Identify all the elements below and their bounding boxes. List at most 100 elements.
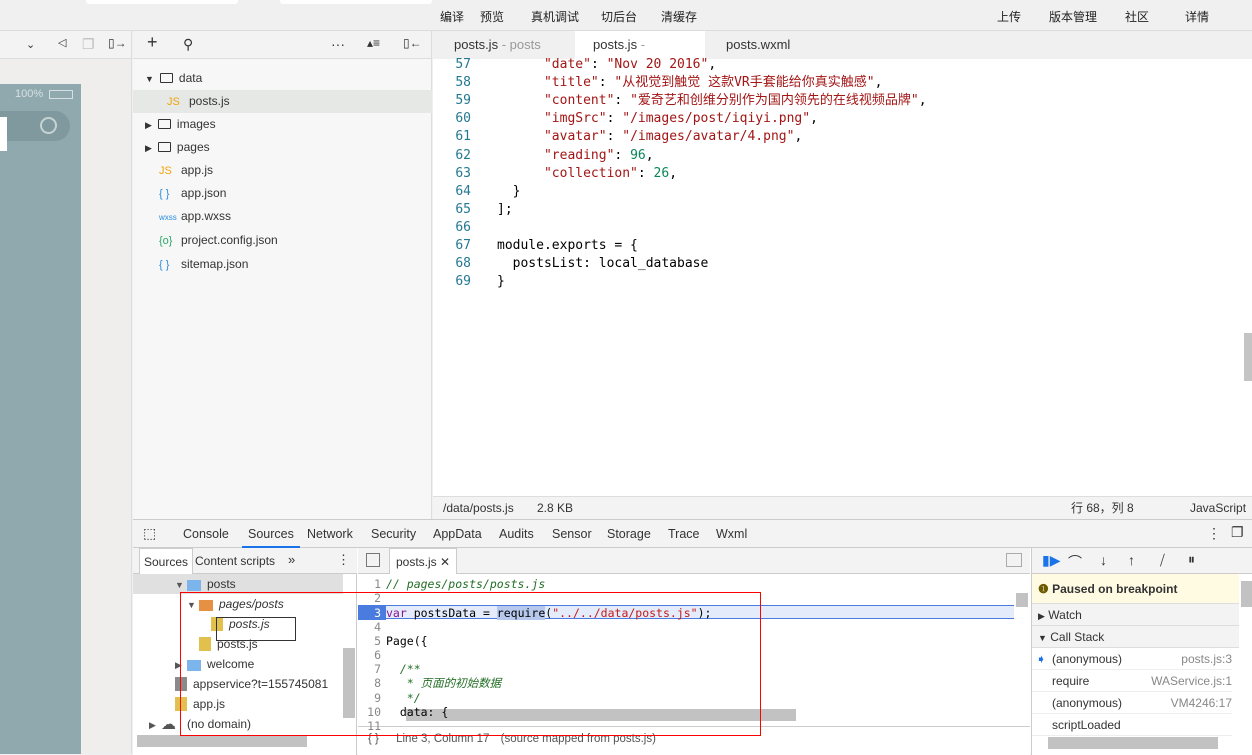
call-frame[interactable]: scriptLoaded (1032, 714, 1232, 736)
devtools-tab-sources[interactable]: Sources (242, 527, 300, 548)
line-number: 60 (455, 111, 471, 127)
compile-button[interactable]: 编译 (440, 8, 464, 25)
toggle-debugger-icon[interactable] (1006, 553, 1022, 567)
window-icon[interactable]: ❐ (82, 36, 95, 53)
devtools-tab-console[interactable]: Console (183, 527, 229, 541)
devtools-tab-trace[interactable]: Trace (668, 527, 700, 541)
devtools-tab-security[interactable]: Security (371, 527, 416, 541)
source-vscrollbar[interactable] (1016, 593, 1028, 607)
caret-right-icon[interactable]: ▶ (149, 715, 161, 735)
details-button[interactable]: 详情 (1185, 8, 1209, 25)
tab-posts-js-data[interactable]: posts.js - data✕ (575, 31, 705, 80)
code-token: : (590, 57, 607, 72)
dock-left-icon[interactable]: ▯← (403, 36, 422, 50)
file-tree-item[interactable]: ▶ pages (133, 136, 432, 159)
tab-posts-wxml[interactable]: posts.wxml (708, 31, 808, 59)
capsule-button[interactable] (0, 111, 70, 141)
deactivate-breakpoints-icon[interactable]: ⧸ (1160, 552, 1165, 569)
tab-posts-js-posts[interactable]: posts.js - posts (436, 31, 559, 59)
tab-content-scripts[interactable]: Content scripts (195, 548, 275, 574)
navigator-hscrollbar[interactable] (137, 735, 307, 747)
file-tree-item[interactable]: JS posts.js (133, 90, 432, 113)
community-button[interactable]: 社区 (1125, 8, 1149, 25)
toolbar-input-right[interactable] (280, 0, 432, 4)
frame-location[interactable]: VM4246:17 (1171, 692, 1232, 714)
code-token: postsList: local_database (497, 256, 709, 272)
clear-cache-button[interactable]: 清缓存 (661, 8, 697, 25)
watch-section[interactable]: ▶ Watch (1032, 604, 1239, 626)
folder-icon (157, 142, 171, 152)
more-tabs-icon[interactable]: » (288, 552, 295, 567)
line-code: } (497, 184, 521, 199)
call-stack-section[interactable]: ▼ Call Stack (1032, 626, 1239, 648)
navigator-item[interactable]: ▼ posts (133, 574, 343, 594)
code-token: , (708, 57, 717, 72)
call-frame[interactable]: ➧ (anonymous) posts.js:3 (1032, 648, 1232, 670)
frame-location[interactable]: posts.js:3 (1181, 648, 1232, 670)
caret-right-icon[interactable]: ▶ (145, 120, 152, 130)
line-number: 64 (455, 183, 471, 199)
resume-icon[interactable]: ▮▶ (1042, 552, 1060, 569)
code-line: 58 "title": "从视觉到触觉 这款VR手套能给你真实触感", (433, 74, 882, 92)
debugger-scrollbar[interactable] (1241, 581, 1252, 607)
line-number: 58 (455, 75, 471, 91)
devtools-tab-sensor[interactable]: Sensor (552, 527, 592, 541)
volume-icon[interactable]: ◁ (58, 36, 66, 49)
upload-button[interactable]: 上传 (997, 8, 1021, 25)
editor-scrollbar[interactable] (1244, 333, 1252, 381)
file-tree-item[interactable]: {o} project.config.json (133, 229, 432, 252)
close-icon[interactable]: ✕ (440, 555, 450, 569)
close-circle-icon[interactable] (40, 117, 57, 134)
dock-right-icon[interactable]: ▯→ (108, 36, 127, 50)
devtools-tab-storage[interactable]: Storage (607, 527, 651, 541)
step-over-icon[interactable]: ⌒ (1068, 552, 1082, 572)
step-into-icon[interactable]: ↓ (1100, 552, 1107, 568)
file-tree-item[interactable]: ▶ images (133, 113, 432, 136)
step-out-icon[interactable]: ↑ (1128, 552, 1135, 568)
more-icon[interactable]: ··· (331, 36, 345, 52)
source-tab-posts-js[interactable]: posts.js ✕ (389, 548, 458, 574)
file-tree-item[interactable]: JS app.js (133, 159, 432, 182)
tab-sources[interactable]: Sources (139, 548, 194, 574)
preview-button[interactable]: 预览 (480, 8, 504, 25)
devtools-tab-wxml[interactable]: Wxml (716, 527, 747, 541)
call-frame[interactable]: (anonymous) VM4246:17 (1032, 692, 1232, 714)
devtools-tab-audits[interactable]: Audits (499, 527, 534, 541)
undock-icon[interactable]: ❐ (1231, 524, 1244, 541)
chevron-down-icon[interactable]: ⌄ (26, 38, 35, 51)
code-token: } (497, 274, 505, 290)
version-button[interactable]: 版本管理 (1049, 8, 1097, 25)
search-icon[interactable]: ⚲ (183, 36, 193, 53)
line-code: module.exports = { (497, 238, 638, 253)
file-tree-item[interactable]: ▼ data (133, 67, 432, 90)
file-tree-item[interactable]: wxss app.wxss (133, 205, 432, 228)
caret-down-icon[interactable]: ▼ (145, 74, 154, 84)
collapse-icon[interactable]: ▴≡ (367, 36, 380, 50)
toggle-navigator-icon[interactable] (366, 553, 380, 567)
file-tree-item[interactable]: { } sitemap.json (133, 253, 432, 276)
devtools-tab-network[interactable]: Network (307, 527, 353, 541)
paused-text: Paused on breakpoint (1052, 582, 1178, 596)
caret-right-icon[interactable]: ▶ (145, 143, 152, 153)
code-line: 57 "date": "Nov 20 2016", (433, 56, 716, 74)
background-button[interactable]: 切后台 (601, 8, 637, 25)
devtools-tab-appdata[interactable]: AppData (433, 527, 482, 541)
file-tree-label: images (176, 117, 216, 131)
watch-label: Watch (1048, 608, 1082, 622)
call-frame[interactable]: require WAService.js:1 (1032, 670, 1232, 692)
line-code: "collection": 26, (497, 166, 677, 181)
toolbar-input-left[interactable] (86, 0, 238, 4)
tab-label: posts.js (396, 555, 437, 569)
language-mode[interactable]: JavaScript (1190, 497, 1246, 519)
file-tree-item[interactable]: { } app.json (133, 182, 432, 205)
pause-exceptions-icon[interactable]: ⏸ (1188, 551, 1195, 568)
more-vertical-icon[interactable]: ⋮ (337, 552, 350, 568)
debugger-hscrollbar[interactable] (1048, 737, 1218, 749)
frame-location[interactable]: WAService.js:1 (1151, 670, 1232, 692)
remote-debug-button[interactable]: 真机调试 (531, 8, 579, 25)
add-icon[interactable]: + (147, 32, 158, 53)
more-vertical-icon[interactable]: ⋮ (1207, 525, 1221, 542)
inspect-icon[interactable]: ⬚ (143, 525, 156, 542)
code-line: 62 "reading": 96, (433, 147, 653, 165)
code-editor[interactable]: 57 "date": "Nov 20 2016", 58 "title": "从视… (433, 56, 1252, 496)
